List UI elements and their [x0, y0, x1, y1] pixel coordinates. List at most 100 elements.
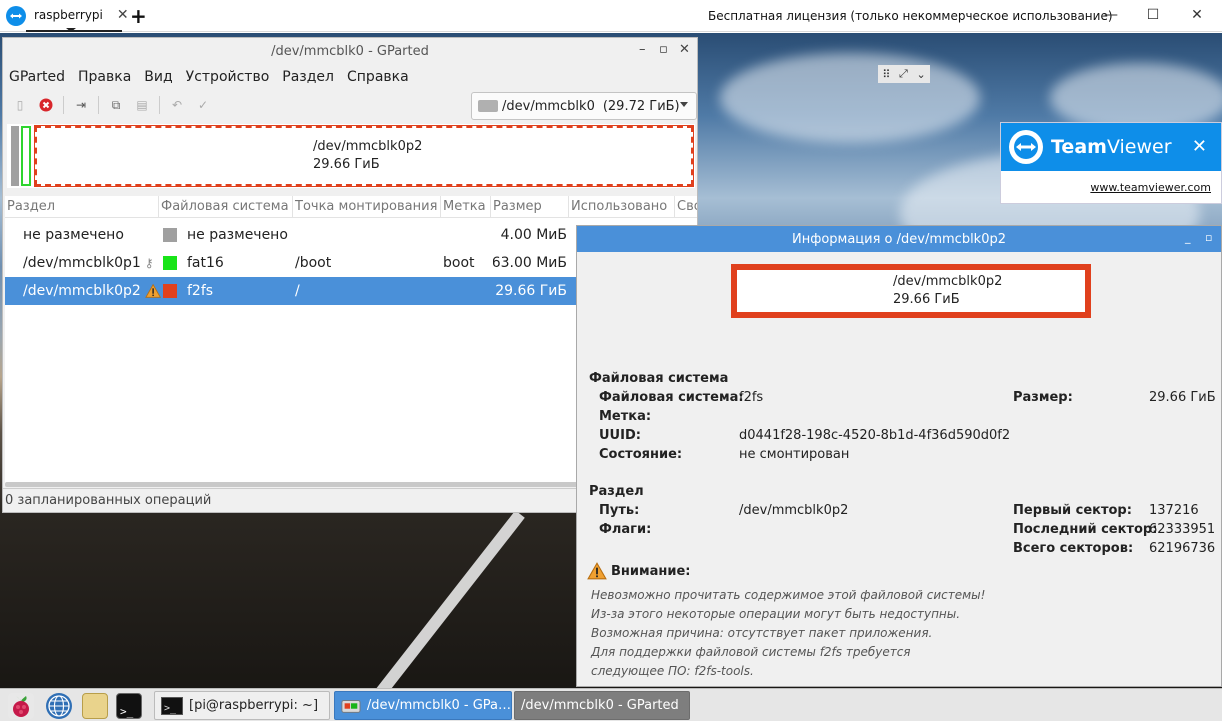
- toolbar-separator: [63, 96, 64, 114]
- first-sector-value: 137216: [1149, 503, 1199, 518]
- column-partition[interactable]: Раздел: [5, 196, 159, 217]
- teamviewer-website-link[interactable]: www.teamviewer.com: [1090, 181, 1211, 194]
- add-tab-button[interactable]: +: [130, 4, 147, 28]
- chevron-down-icon: [680, 102, 688, 107]
- cell-filesystem: не размечено: [161, 227, 295, 243]
- gparted-titlebar[interactable]: /dev/mmcblk0 - GParted – ▫ ✕: [3, 38, 697, 64]
- device-select[interactable]: /dev/mmcblk0 (29.72 ГиБ): [471, 92, 697, 120]
- taskbar-item-terminal[interactable]: >_ [pi@raspberrypi: ~]: [154, 691, 330, 720]
- flags-label: Флаги:: [599, 522, 652, 537]
- remote-control-toolbar[interactable]: ⠿ ⤢ ⌄: [878, 65, 930, 83]
- window-title: /dev/mmcblk0 - GParted: [271, 43, 429, 59]
- paste-icon[interactable]: ▤: [133, 96, 151, 114]
- drag-handle-icon[interactable]: ⠿: [882, 68, 890, 81]
- cloud-decoration: [720, 53, 980, 143]
- column-mountpoint[interactable]: Точка монтирования: [293, 196, 441, 217]
- cell-mountpoint: /: [295, 283, 300, 299]
- cell-size: 4.00 МиБ: [500, 227, 567, 243]
- column-size[interactable]: Размер: [491, 196, 569, 217]
- chevron-down-icon[interactable]: ⌄: [916, 68, 925, 81]
- column-filesystem[interactable]: Файловая система: [159, 196, 293, 217]
- column-used[interactable]: Использовано: [569, 196, 675, 217]
- close-window-icon[interactable]: ✕: [679, 42, 690, 57]
- raspberry-menu-icon[interactable]: [8, 693, 34, 719]
- menu-gparted[interactable]: GParted: [9, 69, 65, 85]
- teamviewer-popup-header: TeamViewer ✕: [1001, 123, 1221, 171]
- web-browser-icon[interactable]: [46, 693, 72, 719]
- close-tab-icon[interactable]: ✕: [117, 7, 129, 23]
- filesystem-section-heading: Файловая система: [589, 371, 729, 386]
- path-value: /dev/mmcblk0p2: [739, 503, 849, 518]
- menu-bar: GParted Правка Вид Устройство Раздел Спр…: [3, 64, 697, 90]
- file-manager-icon[interactable]: [82, 693, 108, 719]
- cell-mountpoint: /boot: [295, 255, 332, 271]
- cell-partition: /dev/mmcblk0p2: [5, 283, 161, 299]
- teamviewer-popup: TeamViewer ✕ www.teamviewer.com: [1000, 122, 1222, 204]
- filesystem-label: Файловая система:: [599, 390, 744, 405]
- total-sectors-label: Всего секторов:: [1013, 541, 1134, 556]
- toolbar-separator: [159, 96, 160, 114]
- warning-title: Внимание:: [611, 563, 691, 579]
- cell-filesystem: fat16: [161, 255, 295, 271]
- session-tab[interactable]: raspberrypi ✕: [26, 0, 129, 32]
- menu-edit[interactable]: Правка: [78, 69, 131, 85]
- fullscreen-icon[interactable]: ⤢: [899, 67, 908, 81]
- uuid-label: UUID:: [599, 428, 641, 443]
- menu-view[interactable]: Вид: [144, 69, 172, 85]
- minimize-icon[interactable]: _: [1185, 231, 1191, 244]
- warning-panel: Внимание: Невозможно прочитать содержимо…: [587, 562, 1213, 702]
- warning-heading: Внимание:: [587, 562, 1213, 580]
- minimize-icon[interactable]: —: [1098, 4, 1124, 26]
- dialog-title: Информация о /dev/mmcblk0p2: [791, 231, 1007, 247]
- terminal-launcher-icon[interactable]: >_: [116, 693, 142, 719]
- menu-partition[interactable]: Раздел: [282, 69, 334, 85]
- license-text: Бесплатная лицензия (только некоммерческ…: [708, 9, 1113, 23]
- disk-map-partition-1[interactable]: [21, 126, 31, 186]
- menu-help[interactable]: Справка: [347, 69, 409, 85]
- close-popup-icon[interactable]: ✕: [1192, 136, 1207, 157]
- cell-label: boot: [443, 255, 475, 271]
- partition-graphic: /dev/mmcblk0p2 29.66 ГиБ: [731, 264, 1091, 318]
- filesystem-name: не размечено: [187, 227, 288, 243]
- delete-partition-icon[interactable]: [37, 96, 55, 114]
- taskbar-item-gparted-tooltip[interactable]: /dev/mmcblk0 - GParted: [514, 691, 690, 720]
- partition-name: /dev/mmcblk0p1: [23, 255, 141, 271]
- terminal-icon: >_: [161, 696, 183, 715]
- disk-map-partition-2[interactable]: /dev/mmcblk0p2 29.66 ГиБ: [34, 125, 694, 187]
- filesystem-value: f2fs: [739, 390, 764, 405]
- minimize-icon[interactable]: –: [639, 42, 646, 57]
- state-label: Состояние:: [599, 447, 683, 462]
- teamviewer-logo-icon[interactable]: [6, 6, 26, 26]
- maximize-icon[interactable]: ▫: [659, 42, 668, 57]
- partition-name: /dev/mmcblk0p2: [23, 283, 141, 299]
- maximize-icon[interactable]: ▫: [1205, 231, 1212, 244]
- partition-section-heading: Раздел: [589, 484, 644, 499]
- size-value: 29.66 ГиБ: [1149, 390, 1216, 405]
- cell-size: 63.00 МиБ: [493, 255, 567, 271]
- size-label: Размер:: [1013, 390, 1073, 405]
- last-sector-value: 62333951: [1149, 522, 1216, 537]
- disk-map-unallocated[interactable]: [11, 126, 19, 186]
- warning-icon: [587, 562, 607, 580]
- filesystem-color-swatch: [163, 228, 177, 242]
- maximize-icon[interactable]: ☐: [1140, 4, 1166, 26]
- device-size: (29.72 ГиБ): [602, 98, 680, 114]
- new-partition-icon[interactable]: ▯: [11, 96, 29, 114]
- menu-device[interactable]: Устройство: [186, 69, 270, 85]
- cell-size: 29.66 ГиБ: [495, 283, 567, 299]
- column-label[interactable]: Метка: [441, 196, 491, 217]
- close-window-icon[interactable]: ✕: [1184, 4, 1210, 26]
- brand-rest: Viewer: [1106, 136, 1172, 158]
- brand-bold: Team: [1051, 136, 1107, 158]
- copy-icon[interactable]: ⧉: [107, 96, 125, 114]
- teamviewer-brand: TeamViewer: [1051, 136, 1172, 158]
- taskbar-item-gparted[interactable]: /dev/mmcblk0 - GPa…: [334, 691, 512, 720]
- apply-icon[interactable]: ✓: [194, 96, 212, 114]
- warning-text: Невозможно прочитать содержимое этой фай…: [587, 586, 1213, 681]
- column-free[interactable]: Сво: [675, 196, 697, 217]
- tab-notch-icon: [66, 28, 76, 32]
- undo-icon[interactable]: ↶: [168, 96, 186, 114]
- dialog-titlebar[interactable]: Информация о /dev/mmcblk0p2 _ ▫: [577, 226, 1221, 252]
- resize-move-icon[interactable]: ⇥: [72, 96, 90, 114]
- cell-filesystem: f2fs: [161, 283, 295, 299]
